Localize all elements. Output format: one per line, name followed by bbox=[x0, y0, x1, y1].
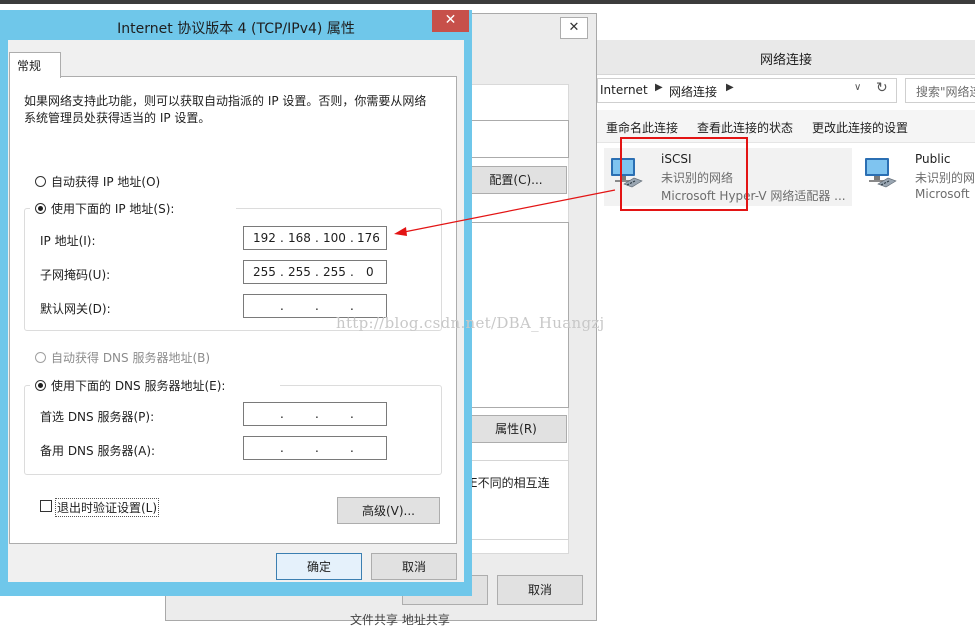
validate-checkbox[interactable] bbox=[40, 500, 52, 512]
manual-ip-radio[interactable] bbox=[35, 203, 46, 214]
bottom-partial-text: 文件共享 地址共享 bbox=[350, 613, 450, 627]
manual-ip-label[interactable]: 使用下面的 IP 地址(S): bbox=[51, 200, 174, 217]
adapter-device: Microsoft bbox=[915, 187, 970, 201]
alternate-dns-label: 备用 DNS 服务器(A): bbox=[40, 444, 156, 458]
manual-dns-label[interactable]: 使用下面的 DNS 服务器地址(E): bbox=[51, 377, 225, 394]
preferred-dns-field[interactable]: . . . bbox=[243, 402, 387, 426]
properties-button[interactable]: 属性(R) bbox=[465, 415, 567, 443]
adapter-name-field bbox=[465, 120, 569, 158]
breadcrumb-arrow-icon[interactable]: ▶ bbox=[655, 82, 663, 93]
adapter-status: 未识别的网络 bbox=[915, 171, 975, 185]
subnet-mask-label: 子网掩码(U): bbox=[40, 268, 111, 282]
adapter-name: Public bbox=[915, 152, 951, 166]
dns-settings-group bbox=[24, 385, 442, 475]
refresh-icon[interactable]: ↻ bbox=[876, 80, 888, 96]
ip-address-label: IP 地址(I): bbox=[40, 234, 96, 248]
change-settings-button[interactable]: 更改此连接的设置 bbox=[812, 119, 908, 136]
network-window-titlebar: 网络连接 bbox=[597, 40, 975, 75]
advanced-button[interactable]: 高级(V)... bbox=[337, 497, 440, 524]
breadcrumb-arrow-icon[interactable]: ▶ bbox=[726, 82, 734, 93]
tab-label: 常规 bbox=[17, 59, 42, 73]
tab-general[interactable]: 常规 bbox=[9, 52, 61, 78]
breadcrumb-internet[interactable]: Internet bbox=[600, 83, 648, 97]
breadcrumb-network-connections[interactable]: 网络连接 bbox=[669, 83, 717, 100]
desktop-top-strip bbox=[0, 0, 975, 4]
gateway-label: 默认网关(D): bbox=[40, 302, 111, 316]
network-adapter-icon bbox=[865, 158, 897, 188]
ip-octet-2[interactable]: 168 bbox=[288, 231, 311, 245]
preferred-dns-label: 首选 DNS 服务器(P): bbox=[40, 410, 155, 424]
cancel-button[interactable]: 取消 bbox=[371, 553, 457, 580]
annotation-highlight-box bbox=[620, 137, 748, 211]
ip-address-field[interactable]: 192 . 168 . 100 . 176 bbox=[243, 226, 387, 250]
mask-octet-3[interactable]: 255 bbox=[323, 265, 346, 279]
description-text: E不同的相互连 bbox=[470, 476, 550, 490]
address-bar[interactable]: Internet ▶ 网络连接 ▶ ∨ ↻ bbox=[597, 78, 897, 103]
search-placeholder: 搜索"网络连 bbox=[916, 85, 975, 99]
adapter-item-public[interactable]: Public 未识别的网络 Microsoft bbox=[858, 148, 975, 206]
view-status-button[interactable]: 查看此连接的状态 bbox=[697, 119, 793, 136]
validate-label[interactable]: 退出时验证设置(L) bbox=[55, 498, 160, 517]
ip-octet-3[interactable]: 100 bbox=[323, 231, 346, 245]
auto-dns-radio[interactable] bbox=[35, 352, 46, 363]
mask-octet-4[interactable]: 0 bbox=[366, 265, 374, 279]
close-icon[interactable]: ✕ bbox=[560, 17, 588, 39]
intro-text: 如果网络支持此功能，则可以获取自动指派的 IP 设置。否则，你需要从网络系统管理… bbox=[24, 94, 427, 125]
ip-octet-1[interactable]: 192 bbox=[253, 231, 276, 245]
ip-octet-4[interactable]: 176 bbox=[357, 231, 380, 245]
chevron-down-icon[interactable]: ∨ bbox=[854, 82, 861, 93]
rename-connection-button[interactable]: 重命名此连接 bbox=[606, 119, 678, 136]
description-box bbox=[465, 460, 569, 540]
subnet-mask-field[interactable]: 255 . 255 . 255 . 0 bbox=[243, 260, 387, 284]
dialog-title: Internet 协议版本 4 (TCP/IPv4) 属性 bbox=[117, 21, 355, 37]
ok-button[interactable]: 确定 bbox=[276, 553, 362, 580]
cancel-button[interactable]: 取消 bbox=[497, 575, 583, 605]
search-input[interactable]: 搜索"网络连 bbox=[905, 78, 975, 103]
manual-dns-radio[interactable] bbox=[35, 380, 46, 391]
mask-octet-2[interactable]: 255 bbox=[288, 265, 311, 279]
configure-button[interactable]: 配置(C)... bbox=[465, 166, 567, 194]
watermark: http://blog.csdn.net/DBA_Huangzj bbox=[336, 314, 605, 332]
auto-ip-radio[interactable] bbox=[35, 176, 46, 187]
close-icon[interactable]: ✕ bbox=[432, 10, 469, 32]
network-window-title: 网络连接 bbox=[759, 53, 812, 68]
auto-dns-label[interactable]: 自动获得 DNS 服务器地址(B) bbox=[51, 349, 210, 366]
alternate-dns-field[interactable]: . . . bbox=[243, 436, 387, 460]
auto-ip-label[interactable]: 自动获得 IP 地址(O) bbox=[51, 173, 160, 190]
mask-octet-1[interactable]: 255 bbox=[253, 265, 276, 279]
